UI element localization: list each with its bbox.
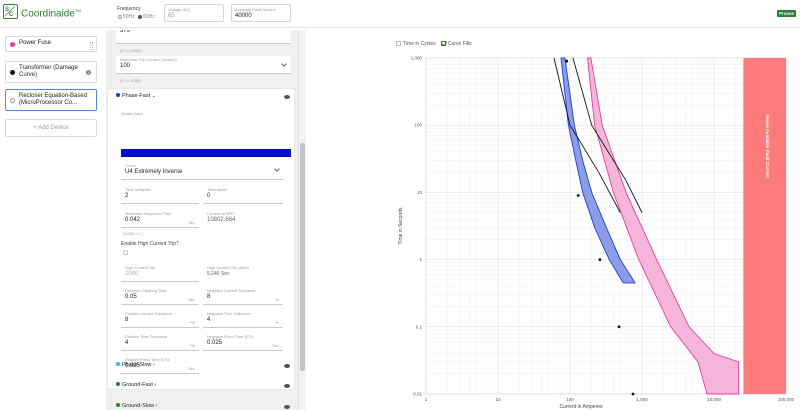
recloser-clearing-time-field[interactable]: Recloser Clearing Time 0.05 Sec [121,287,199,305]
device-label: Transformer (Damage Curve) [19,65,78,78]
phase-fast-dot [116,93,120,98]
x-tick-label: 100,000 [778,397,795,402]
current-at-mrt: Current at MRT 10802.664 [207,211,236,223]
x-tick-label: 10 [495,397,501,402]
y-tick-label: 1 [419,257,422,262]
x-tick-label: 1 [425,397,428,402]
y-tick-label: 1,000 [411,56,423,61]
device-transformer[interactable]: Transformer (Damage Curve) i [5,61,97,83]
marker-4 [631,392,635,396]
positive-time-tolerance-field[interactable]: Positive Time Tolerance 4 +% [121,333,199,351]
enable-hct-checkbox[interactable] [123,250,128,255]
top-field-note: (1 => 1200) [120,48,141,53]
negative-fixed-time-field[interactable]: Negative Fixed Time (CTI) 0.025 Sec [203,333,283,351]
settings-panel: 379 (1 => 1200) Maximum Trip Current (Gr… [106,30,300,410]
device-power-fuse[interactable]: Power Fuse [5,36,97,52]
above-fault-region [743,58,786,394]
freq-60-radio[interactable] [138,14,143,19]
enable-hct-label: Enable High Current Trip? [121,241,179,247]
y-tick-label: 10 [417,190,423,195]
frequency-options: 50Hz 60Hz [118,14,155,20]
max-response-time-field[interactable]: Maximum Response Time 0.042 Sec [121,210,199,228]
info-icon[interactable]: i [86,70,91,75]
drag-handle-icon[interactable] [90,42,93,50]
transformer-color-dot [10,70,15,75]
device-recloser[interactable]: Recloser Equation-Based (MicroProcessor … [5,89,97,111]
device-label: Power Fuse [19,40,52,46]
freq-50-radio[interactable] [118,14,122,19]
negative-time-tolerance-field[interactable]: Negative Time Tolerance 4 % [203,310,283,328]
max-trip-note: (1 => 1200) [120,78,141,83]
settings-scrollbar-thumb[interactable] [300,143,305,371]
y-tick-label: 0.01 [413,392,422,397]
negative-current-tolerance-field[interactable]: Negative Current Tolerance 8 % [203,287,283,305]
eye-icon[interactable] [284,384,290,388]
x-tick-label: 10,000 [707,397,721,402]
tcc-chart-area: Time in Cycles Curve Fills Above Availab… [308,30,800,410]
freq-60-label: 60Hz [143,14,155,20]
ground-fast-header[interactable]: Ground-Fast › [116,382,156,388]
eye-icon[interactable] [284,364,290,368]
max-trip-current-field[interactable]: Maximum Trip Current (Ground) 100 [116,56,291,74]
recloser-color-dot [10,98,15,103]
time-adder-field[interactable]: Time Adder 0 [203,186,283,204]
curve-select[interactable]: Curve U4 Extremely Inverse [121,162,284,180]
x-tick-label: 100 [566,397,574,402]
tcc-chart[interactable]: Above Available Fault Current 1 10 100 1,000… [308,30,800,410]
max-response-note: (0.042 => ) [123,231,143,236]
high-current-trip-time: High Current Trip (time) 5.246 Sec [207,265,249,277]
marker-3 [617,325,621,329]
app-title: CoordinaideTM [21,8,81,20]
graph-color-label: Graph Color [121,111,143,116]
process-button[interactable]: Proces [776,10,796,17]
x-axis-label: Current in Amperes [559,404,603,410]
eye-icon[interactable] [284,95,290,99]
high-current-trip-field[interactable]: High Current Trip 2000 [121,264,199,282]
x-tick-label: 1,000 [636,397,648,402]
voltage-input[interactable]: Voltage (kV) 65 [164,4,224,22]
graph-color-swatch[interactable] [121,149,291,157]
sc-logo-icon: SC [3,4,18,19]
y-tick-label: 100 [414,123,422,128]
ground-slow-header[interactable]: Ground-Slow › [116,403,157,409]
top-field[interactable]: 379 [116,30,291,44]
device-list: Power Fuse Transformer (Damage Curve) i … [0,30,103,410]
marker-2 [598,258,602,261]
y-axis-label: Time in Seconds [398,207,404,245]
power-fuse-color-dot [10,42,15,47]
freq-50-label: 50Hz [123,14,135,20]
app-header: SC CoordinaideTM Frequency 50Hz 60Hz Vol… [0,0,800,28]
svg-text:C: C [9,12,14,17]
positive-current-tolerance-field[interactable]: Positive Current Tolerance 8 +% [121,310,199,328]
above-fault-label: Above Available Fault Current [765,114,770,178]
frequency-label: Frequency [117,6,141,12]
ground-fast-dot [116,382,120,387]
phase-slow-dot [116,362,120,367]
eye-icon[interactable] [284,405,290,409]
marker-0 [565,59,569,63]
time-multiplier-field[interactable]: Time Multiplier 2 [121,186,199,204]
fault-current-input[interactable]: Available Fault Current 40000 [231,4,291,22]
y-tick-label: 0.1 [416,324,423,329]
phase-slow-header[interactable]: Phase-Slow › [116,362,155,368]
add-device-button[interactable]: + Add Device [5,119,97,137]
device-label: Recloser Equation-Based (MicroProcessor … [19,93,88,106]
ground-slow-dot [116,403,120,408]
phase-fast-header[interactable]: Phase-Fast ⌄ [116,93,156,99]
marker-1 [576,194,580,197]
